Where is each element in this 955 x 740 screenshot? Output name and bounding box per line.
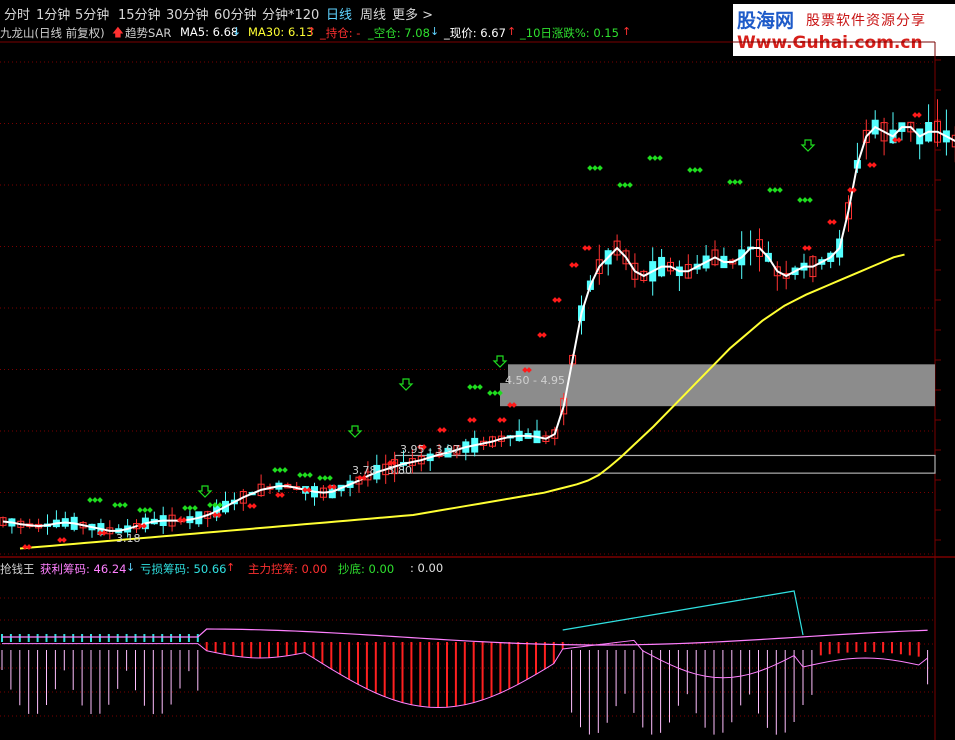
sar-dot: [697, 167, 703, 173]
sar-dot: [471, 417, 477, 423]
sar-dot: [282, 467, 288, 473]
chip-zone: [508, 364, 935, 407]
sar-dot: [807, 197, 813, 203]
sar-dot: [251, 503, 257, 509]
sar-dot: [501, 417, 507, 423]
buy-arrow-icon: [800, 139, 816, 152]
sar-dot: [137, 507, 143, 513]
sar-dot: [207, 502, 213, 508]
sar-dot: [617, 182, 623, 188]
ma5-line: [2, 125, 955, 532]
sar-dot: [777, 187, 783, 193]
loss-line: [562, 590, 804, 636]
sar-dot: [737, 179, 743, 185]
zone-label: 3.78 - 3.80: [352, 464, 412, 477]
sar-dot: [277, 467, 283, 473]
sar-dot: [652, 155, 658, 161]
sar-dot: [831, 219, 837, 225]
sar-dot: [322, 475, 328, 481]
sar-dot: [727, 179, 733, 185]
sar-dot: [472, 384, 478, 390]
sar-dot: [122, 502, 128, 508]
sar-dot: [182, 505, 188, 511]
sar-dot: [142, 507, 148, 513]
sar-dot: [112, 502, 118, 508]
sar-dot: [692, 167, 698, 173]
sar-dot: [586, 245, 592, 251]
sar-dot: [592, 165, 598, 171]
sar-dot: [802, 197, 808, 203]
sar-dot: [556, 297, 562, 303]
sar-dot: [772, 187, 778, 193]
sar-dot: [597, 165, 603, 171]
sar-dot: [302, 472, 308, 478]
sar-dot: [297, 472, 303, 478]
sar-dot: [871, 162, 877, 168]
sar-dot: [467, 384, 473, 390]
low-label: 3.18: [116, 532, 141, 545]
sar-dot: [627, 182, 633, 188]
sar-dot: [279, 492, 285, 498]
sar-dot: [492, 390, 498, 396]
sar-dot: [573, 262, 579, 268]
sar-dot: [806, 245, 812, 251]
sar-dot: [657, 155, 663, 161]
chip-zone: [394, 454, 936, 474]
sar-dot: [541, 332, 547, 338]
sar-dot: [647, 155, 653, 161]
buy-arrow-icon: [492, 355, 508, 368]
sar-dot: [61, 537, 67, 543]
sar-dot: [327, 475, 333, 481]
sar-dot: [477, 384, 483, 390]
sar-dot: [192, 505, 198, 511]
sar-dot: [487, 390, 493, 396]
kline-chart[interactable]: 3.18 3.78 - 3.80 3.95 - 3.97 4.50 - 4.95: [0, 0, 955, 740]
sar-dot: [26, 544, 32, 550]
zone-label: 3.95 - 3.97: [400, 443, 460, 456]
sar-dot: [117, 502, 123, 508]
sar-dot: [622, 182, 628, 188]
sar-dot: [587, 165, 593, 171]
sar-dot: [272, 467, 278, 473]
sar-dot: [916, 112, 922, 118]
sar-dot: [147, 507, 153, 513]
sar-dot: [92, 497, 98, 503]
sar-dot: [896, 137, 902, 143]
sar-dot: [307, 472, 313, 478]
sar-dot: [97, 497, 103, 503]
sar-dot: [732, 179, 738, 185]
buy-arrow-icon: [398, 378, 414, 391]
sar-dot: [87, 497, 93, 503]
sar-dot: [687, 167, 693, 173]
buy-arrow-icon: [347, 425, 363, 438]
sar-dot: [317, 475, 323, 481]
sar-dot: [797, 197, 803, 203]
sar-dot: [441, 427, 447, 433]
sar-dot: [187, 505, 193, 511]
buy-arrow-icon: [197, 485, 213, 498]
zone-label: 4.50 - 4.95: [505, 374, 565, 387]
sar-dot: [767, 187, 773, 193]
